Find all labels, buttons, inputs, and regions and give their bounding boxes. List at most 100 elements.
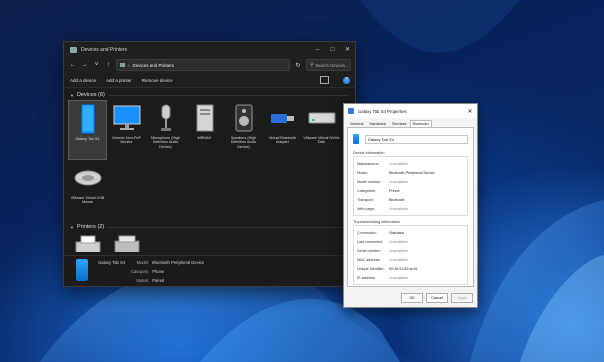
tab-services[interactable]: Services: [389, 120, 410, 127]
address-chevron-icon[interactable]: ›: [128, 63, 130, 68]
ok-button[interactable]: OK: [401, 293, 423, 303]
trouble-key: Connection:: [357, 230, 377, 235]
info-key: Transport:: [357, 197, 374, 202]
mouse-icon: [73, 163, 103, 193]
printers-grid: [64, 232, 355, 252]
tab-bluetooth[interactable]: Bluetooth: [409, 120, 432, 127]
details-value: Paired: [152, 278, 165, 283]
tab-general[interactable]: General: [347, 120, 367, 127]
details-value: Bluetooth Peripheral Device: [152, 260, 205, 265]
tablet-icon: [73, 104, 103, 134]
details-value: Phone: [152, 269, 165, 274]
trouble-key: IP address:: [357, 275, 376, 280]
info-value: Bluetooth: [389, 197, 405, 202]
device-bluetooth-adapter[interactable]: Virtual Bluetooth Adapter: [263, 100, 302, 160]
microphone-icon: [151, 103, 181, 133]
refresh-icon[interactable]: ↻: [293, 62, 303, 69]
printer-icon: [112, 235, 142, 252]
search-icon: ⚲: [310, 62, 314, 68]
dialog-title: Galaxy Tab S4 Properties: [358, 108, 407, 114]
collapse-chevron-icon[interactable]: ▼: [70, 225, 74, 230]
pc-tower-icon: [190, 103, 220, 133]
up-icon[interactable]: ↑: [104, 62, 113, 68]
device-usb-mouse[interactable]: VMware Virtual USB Mouse: [68, 160, 107, 220]
device-information-heading: Device information: [353, 151, 385, 155]
bluetooth-tab-panel: Galaxy Tab S4 Device information Manufac…: [347, 127, 474, 287]
trouble-value: Standard: [389, 230, 404, 235]
device-name-field[interactable]: Galaxy Tab S4: [365, 134, 468, 144]
tablet-icon: [353, 134, 359, 144]
info-value: Unavailable: [389, 206, 409, 211]
trouble-key: Serial number:: [357, 248, 381, 253]
dialog-tabs: General Hardware Services Bluetooth: [344, 118, 477, 127]
info-key: Model number:: [357, 179, 382, 184]
close-button[interactable]: ✕: [340, 42, 355, 57]
address-field[interactable]: › Devices and Printers: [116, 59, 290, 71]
device-galaxy-tab-s4[interactable]: Galaxy Tab S4: [68, 100, 107, 160]
info-value: Unavailable: [389, 161, 409, 166]
monitor-icon: [112, 103, 142, 133]
devices-and-printers-window: Devices and Printers – □ ✕ ← → ˅ ↑ › Dev…: [63, 41, 356, 287]
view-options-icon[interactable]: [320, 76, 329, 84]
trouble-value: 00:39:91:82:fa:51: [389, 266, 418, 271]
device-generic-monitor[interactable]: Generic Non-PnP Monitor: [107, 100, 146, 160]
collapse-chevron-icon[interactable]: ▼: [70, 93, 74, 98]
info-value: Bluetooth Peripheral Device: [389, 170, 435, 175]
address-bar-row: ← → ˅ ↑ › Devices and Printers ↻ ⚲ Searc…: [64, 57, 355, 73]
printers-group-header[interactable]: ▼ Printers (2): [64, 220, 355, 232]
apply-button[interactable]: Apply: [451, 293, 473, 303]
device-label: VMware Virtual NVMe Disk: [303, 136, 340, 145]
speaker-icon: [229, 103, 259, 133]
tablet-icon: [76, 259, 88, 281]
device-microphone[interactable]: Microphone (High Definition Audio Device…: [146, 100, 185, 160]
details-key: Category:: [131, 269, 150, 274]
troubleshooting-heading: Troubleshooting information: [353, 220, 400, 224]
details-pane: Galaxy Tab S4 Model: Bluetooth Periphera…: [64, 255, 355, 286]
devices-group-header[interactable]: ▼ Devices (6): [64, 88, 355, 100]
window-title: Devices and Printers: [81, 46, 128, 53]
trouble-value: Unavailable: [389, 248, 409, 253]
add-device-button[interactable]: Add a device: [70, 78, 96, 83]
recent-locations-icon[interactable]: ˅: [92, 62, 101, 68]
remove-device-button[interactable]: Remove device: [142, 78, 173, 83]
close-button[interactable]: ✕: [463, 108, 477, 115]
minimize-button[interactable]: –: [310, 42, 325, 57]
device-nvme-disk[interactable]: VMware Virtual NVMe Disk: [302, 100, 341, 160]
devices-grid: Galaxy Tab S4 Generic Non-PnP Monitor Mi…: [64, 100, 355, 220]
forward-icon[interactable]: →: [80, 62, 89, 68]
help-icon[interactable]: ?: [343, 76, 350, 84]
search-placeholder: Search Devices...: [315, 62, 349, 68]
info-key: Manufacturer:: [357, 161, 380, 166]
device-information-section: Manufacturer: Unavailable Model: Bluetooth…: [353, 156, 468, 216]
printer-fax[interactable]: [68, 232, 107, 252]
trouble-value: Unavailable: [389, 257, 409, 262]
dialog-title-bar: Galaxy Tab S4 Properties ✕: [344, 104, 477, 118]
info-value: Phone: [389, 188, 400, 193]
drive-icon: [307, 103, 337, 133]
device-label: Microphone (High Definition Audio Device…: [150, 136, 181, 149]
info-key: Model:: [357, 170, 369, 175]
tablet-icon: [348, 108, 354, 114]
maximize-button[interactable]: □: [325, 42, 340, 57]
trouble-key: Unique identifier:: [357, 266, 385, 271]
trouble-value: Unavailable: [389, 239, 409, 244]
info-value: Unavailable: [389, 179, 409, 184]
bluetooth-adapter-icon: [268, 103, 298, 133]
back-icon[interactable]: ←: [68, 62, 77, 68]
add-printer-button[interactable]: Add a printer: [106, 78, 132, 83]
folder-icon: [120, 63, 125, 67]
search-input[interactable]: ⚲ Search Devices...: [306, 59, 351, 71]
devices-content: ▼ Devices (6) Galaxy Tab S4 Generic Non-…: [64, 88, 355, 252]
info-key: Web page:: [357, 206, 375, 211]
device-speakers[interactable]: Speakers (High Definition Audio Device): [224, 100, 263, 160]
device-label: Speakers (High Definition Audio Device): [230, 136, 257, 149]
details-fields: Model: Bluetooth Peripheral Device Categ…: [131, 260, 204, 286]
tab-hardware[interactable]: Hardware: [367, 120, 389, 127]
device-label: VMware Virtual USB Mouse: [70, 196, 105, 205]
device-mrmax[interactable]: MRMAX: [185, 100, 224, 160]
cancel-button[interactable]: Cancel: [426, 293, 448, 303]
device-name-row: Galaxy Tab S4: [348, 128, 473, 147]
breadcrumb[interactable]: Devices and Printers: [133, 63, 175, 68]
device-label: Virtual Bluetooth Adapter: [269, 136, 296, 145]
printer-device[interactable]: [107, 232, 146, 252]
